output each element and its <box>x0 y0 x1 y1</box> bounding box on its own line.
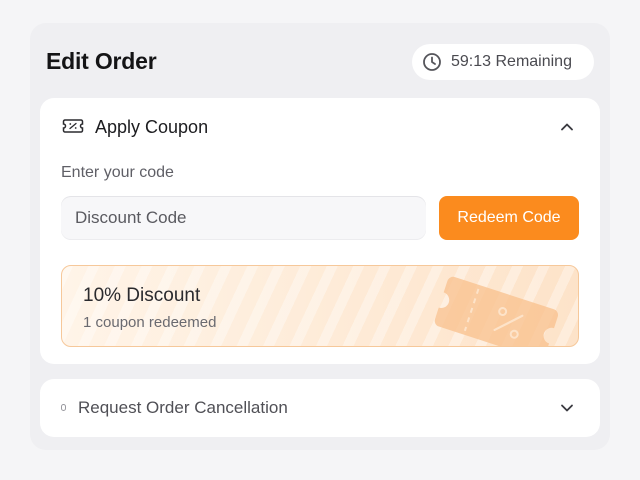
ticket-icon <box>62 116 84 136</box>
time-remaining-text: 59:13 Remaining <box>451 53 572 70</box>
discount-subtitle: 1 coupon redeemed <box>83 314 217 331</box>
page-title: Edit Order <box>46 48 157 74</box>
apply-coupon-header[interactable]: Apply Coupon <box>95 117 208 138</box>
clock-icon <box>422 52 442 72</box>
discount-title: 10% Discount <box>83 285 201 306</box>
coupon-ticket-illustration-icon <box>427 276 567 346</box>
redeem-code-button[interactable]: Redeem Code <box>439 196 579 240</box>
chevron-down-icon[interactable] <box>558 399 576 417</box>
applied-discount-card: 10% Discount 1 coupon redeemed <box>61 265 579 347</box>
request-cancellation-header[interactable]: Request Order Cancellation <box>78 398 288 418</box>
time-remaining-badge: 59:13 Remaining <box>412 44 594 80</box>
chevron-up-icon[interactable] <box>558 118 576 136</box>
code-input-label: Enter your code <box>61 164 174 181</box>
cancel-icon <box>61 404 66 411</box>
discount-code-input[interactable] <box>61 196 426 240</box>
